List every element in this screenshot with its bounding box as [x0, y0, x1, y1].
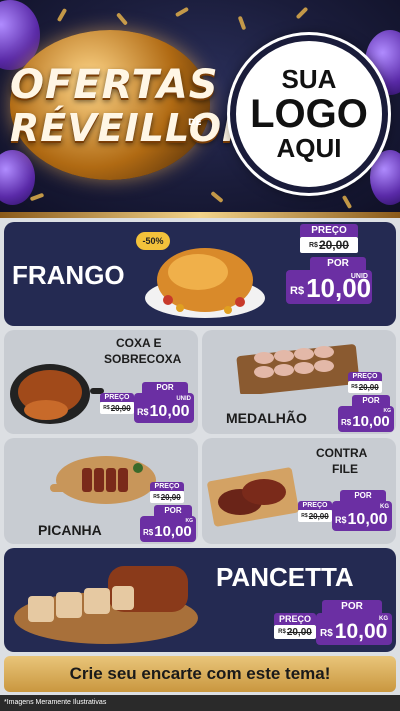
logo-text-2: LOGO [250, 92, 368, 136]
old-currency: R$ [351, 384, 358, 390]
old-price: R$ 20,00 [298, 510, 332, 522]
old-price: R$ 20,00 [274, 625, 316, 639]
product-name: PICANHA [38, 522, 102, 538]
old-price: R$ 20,00 [100, 402, 134, 414]
price-unit: KG [383, 408, 392, 414]
price-tag-label: PREÇO [100, 393, 134, 402]
new-currency: R$ [341, 418, 352, 427]
new-price: R$ 10,00 KG [140, 516, 196, 542]
confetti [295, 6, 309, 20]
old-value: 20,00 [286, 626, 312, 638]
product-name-line1: CONTRA [316, 446, 368, 460]
price-tag-label: PREÇO [300, 224, 358, 237]
new-price-label: POR [142, 382, 188, 393]
price-block: POR PREÇO R$ 20,00 R$ 10,00 KG [274, 600, 392, 645]
new-price-label: POR [352, 395, 390, 406]
price-block: PREÇO R$ 20,00 POR R$ 10,00 KG [140, 482, 196, 542]
price-tag-label: PREÇO [150, 482, 184, 491]
old-value: 20,00 [110, 403, 131, 413]
new-price: R$ 10,00 KG [316, 613, 392, 645]
logo-placeholder[interactable]: SUA LOGO AQUI [230, 35, 388, 193]
confetti [29, 192, 45, 202]
new-currency: R$ [290, 285, 305, 297]
old-currency: R$ [309, 241, 318, 249]
confetti [174, 6, 190, 18]
header-banner: OFERTAS RÉVEILLON DE SUA LOGO AQUI [0, 0, 400, 214]
old-price: R$ 20,00 [348, 381, 382, 393]
price-unit: KG [380, 504, 389, 510]
new-price: R$ 10,00 UNID [134, 393, 194, 423]
old-price: R$ 20,00 [150, 491, 184, 503]
balloon-decoration [370, 150, 400, 205]
new-value: 10,00 [154, 523, 192, 540]
confetti [341, 194, 353, 210]
price-block: PREÇO R$ 20,00 POR R$ 10,00 UNID [286, 224, 392, 304]
new-price: R$ 10,00 KG [338, 406, 394, 432]
price-block: POR PREÇO R$ 20,00 R$ 10,00 UNID [100, 382, 194, 423]
new-price-label: POR [322, 600, 382, 613]
product-card-coxa-sobrecoxa[interactable]: COXA E SOBRECOXA POR PREÇO R$ 20,00 R$ 1… [4, 330, 198, 434]
product-name-line1: COXA E [116, 336, 162, 350]
old-currency: R$ [301, 513, 308, 519]
old-currency: R$ [103, 405, 110, 411]
new-price: R$ 10,00 KG [332, 501, 392, 531]
price-tag-label: PREÇO [298, 501, 332, 510]
old-value: 20,00 [160, 492, 181, 502]
product-card-pancetta[interactable]: PANCETTA POR PREÇO R$ 20,00 R$ 10,00 KG [4, 548, 396, 652]
old-value: 20,00 [308, 511, 329, 521]
old-currency: R$ [153, 494, 160, 500]
price-unit: UNID [350, 273, 368, 280]
old-value: 20,00 [358, 382, 379, 392]
logo-text-1: SUA [281, 63, 337, 94]
new-value: 10,00 [334, 620, 388, 643]
price-tag-label: PREÇO [274, 613, 316, 625]
product-name: MEDALHÃO [226, 410, 307, 426]
brand-title-line1: OFERTAS [10, 62, 219, 108]
new-price-label: POR [310, 257, 366, 270]
price-tag-label: PREÇO [348, 372, 382, 381]
new-value: 10,00 [352, 413, 390, 430]
chicken-thigh-pan-image [10, 364, 104, 424]
new-currency: R$ [137, 407, 149, 417]
price-unit: UNID [176, 396, 191, 402]
confetti [237, 15, 247, 31]
product-card-picanha[interactable]: PICANHA PREÇO R$ 20,00 POR R$ 10,00 KG [4, 438, 198, 544]
old-currency: R$ [278, 629, 286, 635]
product-name: PANCETTA [216, 562, 354, 592]
product-card-frango[interactable]: FRANGO PREÇO R$ 20,00 POR R$ 10,00 UNID [4, 222, 396, 326]
old-value: 20,00 [318, 238, 349, 252]
price-unit: KG [185, 518, 194, 524]
product-card-contra-file[interactable]: CONTRA FILE POR PREÇO R$ 20,00 R$ 10,00 … [202, 438, 396, 544]
new-currency: R$ [320, 628, 333, 639]
product-card-medalhao[interactable]: MEDALHÃO PREÇO R$ 20,00 POR R$ 10,00 KG [202, 330, 396, 434]
new-price-label: POR [154, 505, 192, 516]
product-name-line2: SOBRECOXA [104, 352, 182, 366]
brand-de: DE [188, 118, 202, 128]
logo-text-3: AQUI [276, 133, 342, 163]
confetti [56, 7, 68, 23]
product-name: FRANGO [12, 260, 125, 290]
new-currency: R$ [335, 515, 347, 525]
gold-divider [0, 212, 400, 218]
new-price-label: POR [340, 490, 386, 501]
new-currency: R$ [143, 528, 154, 537]
new-price: R$ 10,00 UNID [286, 270, 372, 304]
new-value: 10,00 [347, 511, 388, 528]
pancetta-board-image [14, 566, 198, 644]
brand-title-line2: RÉVEILLON [10, 106, 255, 150]
product-name-line2: FILE [332, 462, 358, 476]
confetti [210, 190, 224, 204]
price-block: POR PREÇO R$ 20,00 R$ 10,00 KG [298, 490, 392, 531]
old-price: R$ 20,00 [300, 237, 358, 253]
discount-badge: -50% [136, 232, 170, 250]
brand-emblem: OFERTAS RÉVEILLON DE [10, 30, 255, 180]
cta-button[interactable]: Crie seu encarte com este tema! [4, 656, 396, 692]
price-unit: KG [379, 616, 388, 622]
price-block: PREÇO R$ 20,00 POR R$ 10,00 KG [338, 372, 394, 432]
disclaimer: *Imagens Meramente Ilustrativas [0, 695, 400, 711]
confetti [115, 12, 129, 26]
contra-file-steaks-image [207, 467, 299, 527]
new-value: 10,00 [149, 403, 190, 420]
